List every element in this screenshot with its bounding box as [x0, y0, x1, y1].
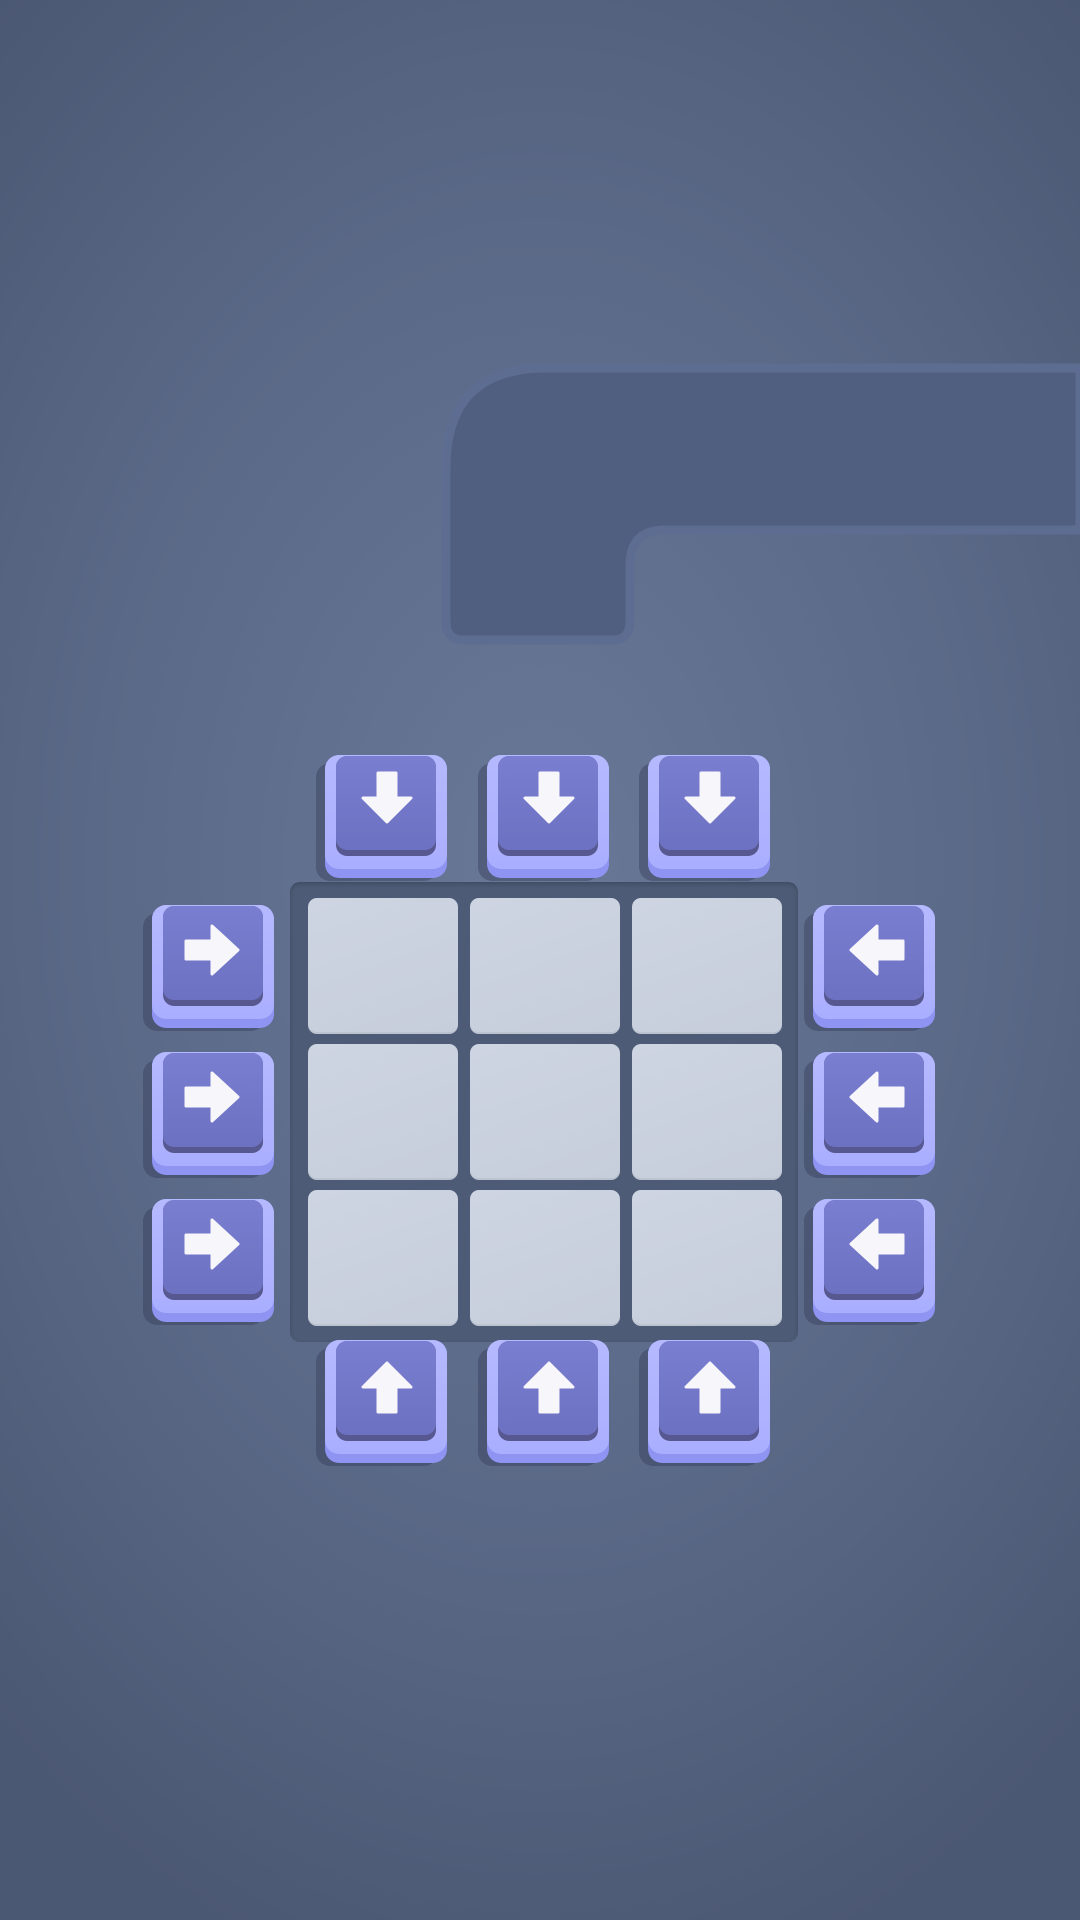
push-left-button-row-2[interactable]: [804, 1052, 935, 1178]
push-down-button-col-2[interactable]: [478, 755, 609, 881]
push-left-button-row-3[interactable]: [804, 1199, 935, 1325]
board-cell[interactable]: [632, 898, 782, 1034]
board-cell[interactable]: [308, 1190, 458, 1326]
tray-outline: [441, 363, 1080, 645]
arrow-down-icon: [355, 768, 419, 832]
push-right-button-row-3[interactable]: [143, 1199, 274, 1325]
arrow-left-icon: [843, 918, 907, 982]
arrow-right-icon: [182, 918, 246, 982]
arrow-right-icon: [182, 1212, 246, 1276]
push-up-button-col-2[interactable]: [478, 1340, 609, 1466]
arrow-right-icon: [182, 1065, 246, 1129]
arrow-left-icon: [843, 1065, 907, 1129]
board-cell[interactable]: [470, 1190, 620, 1326]
board-cell[interactable]: [308, 898, 458, 1034]
board-cell[interactable]: [470, 1044, 620, 1180]
push-down-button-col-3[interactable]: [639, 755, 770, 881]
board-cell[interactable]: [632, 1044, 782, 1180]
arrow-up-icon: [355, 1353, 419, 1417]
arrow-up-icon: [517, 1353, 581, 1417]
board-cell[interactable]: [470, 898, 620, 1034]
board-cell[interactable]: [308, 1044, 458, 1180]
arrow-up-icon: [678, 1353, 742, 1417]
push-up-button-col-3[interactable]: [639, 1340, 770, 1466]
push-right-button-row-1[interactable]: [143, 905, 274, 1031]
arrow-down-icon: [517, 768, 581, 832]
push-up-button-col-1[interactable]: [316, 1340, 447, 1466]
game-board: [290, 882, 798, 1342]
push-right-button-row-2[interactable]: [143, 1052, 274, 1178]
arrow-left-icon: [843, 1212, 907, 1276]
board-cell[interactable]: [632, 1190, 782, 1326]
push-left-button-row-1[interactable]: [804, 905, 935, 1031]
arrow-down-icon: [678, 768, 742, 832]
push-down-button-col-1[interactable]: [316, 755, 447, 881]
